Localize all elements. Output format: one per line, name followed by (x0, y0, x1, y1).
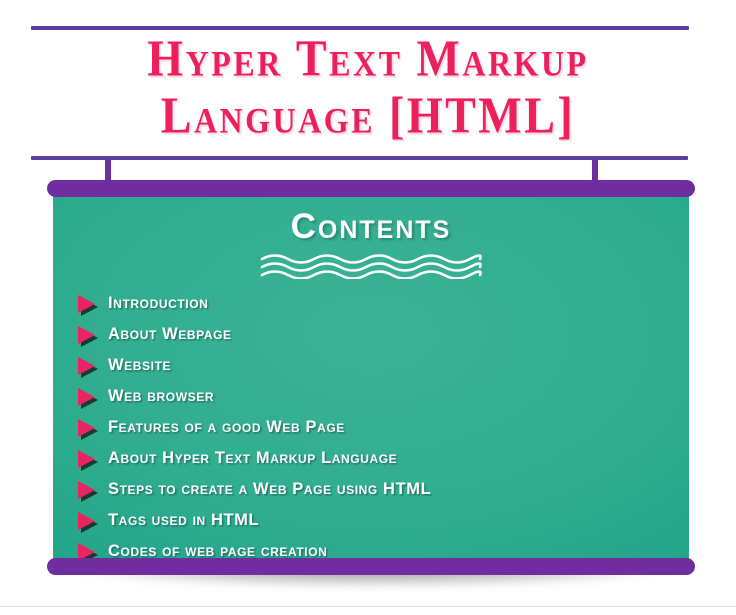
list-item-label: Website (108, 356, 172, 374)
list-item-label: About Webpage (108, 325, 232, 343)
list-item[interactable]: About Webpage (78, 319, 678, 350)
list-item[interactable]: Website (78, 350, 678, 381)
triangle-bullet-icon (78, 324, 102, 346)
list-item[interactable]: About Hyper Text Markup Language (78, 443, 678, 474)
list-item[interactable]: Web browser (78, 381, 678, 412)
page-title: Hyper Text Markup Language [HTML] (0, 29, 736, 144)
list-item[interactable]: Introduction (78, 288, 678, 319)
triangle-bullet-icon (78, 448, 102, 470)
triangle-bullet-icon (78, 510, 102, 532)
banner-bottom-bar (47, 558, 695, 575)
triangle-bullet-icon (78, 386, 102, 408)
slide-canvas: Hyper Text Markup Language [HTML] Conten… (0, 0, 736, 615)
list-item[interactable]: Tags used in HTML (78, 505, 678, 536)
banner-top-bar (47, 180, 695, 197)
triangle-bullet-icon (78, 479, 102, 501)
triangle-bullet-icon (78, 417, 102, 439)
title-line-2: Language [HTML] (160, 86, 576, 144)
list-item-label: Web browser (108, 387, 215, 405)
banner-panel: Contents Introduction About Webpage Webs… (53, 191, 689, 566)
list-item-label: Steps to create a Web Page using HTML (108, 480, 432, 498)
triangle-bullet-icon (78, 293, 102, 315)
contents-list: Introduction About Webpage Website Web b… (78, 288, 678, 566)
title-line-1: Hyper Text Markup (147, 29, 589, 87)
contents-banner: Contents Introduction About Webpage Webs… (47, 180, 695, 588)
list-item-label: Features of a good Web Page (108, 418, 345, 436)
list-item[interactable]: Features of a good Web Page (78, 412, 678, 443)
wavy-underline-icon (260, 253, 482, 280)
list-item[interactable]: Steps to create a Web Page using HTML (78, 474, 678, 505)
middle-divider-rule (31, 156, 688, 160)
triangle-bullet-icon (78, 355, 102, 377)
bottom-hairline (0, 606, 736, 607)
list-item-label: Introduction (108, 294, 209, 312)
list-item-label: Tags used in HTML (108, 511, 260, 529)
list-item-label: About Hyper Text Markup Language (108, 449, 398, 467)
contents-heading: Contents (290, 207, 452, 246)
